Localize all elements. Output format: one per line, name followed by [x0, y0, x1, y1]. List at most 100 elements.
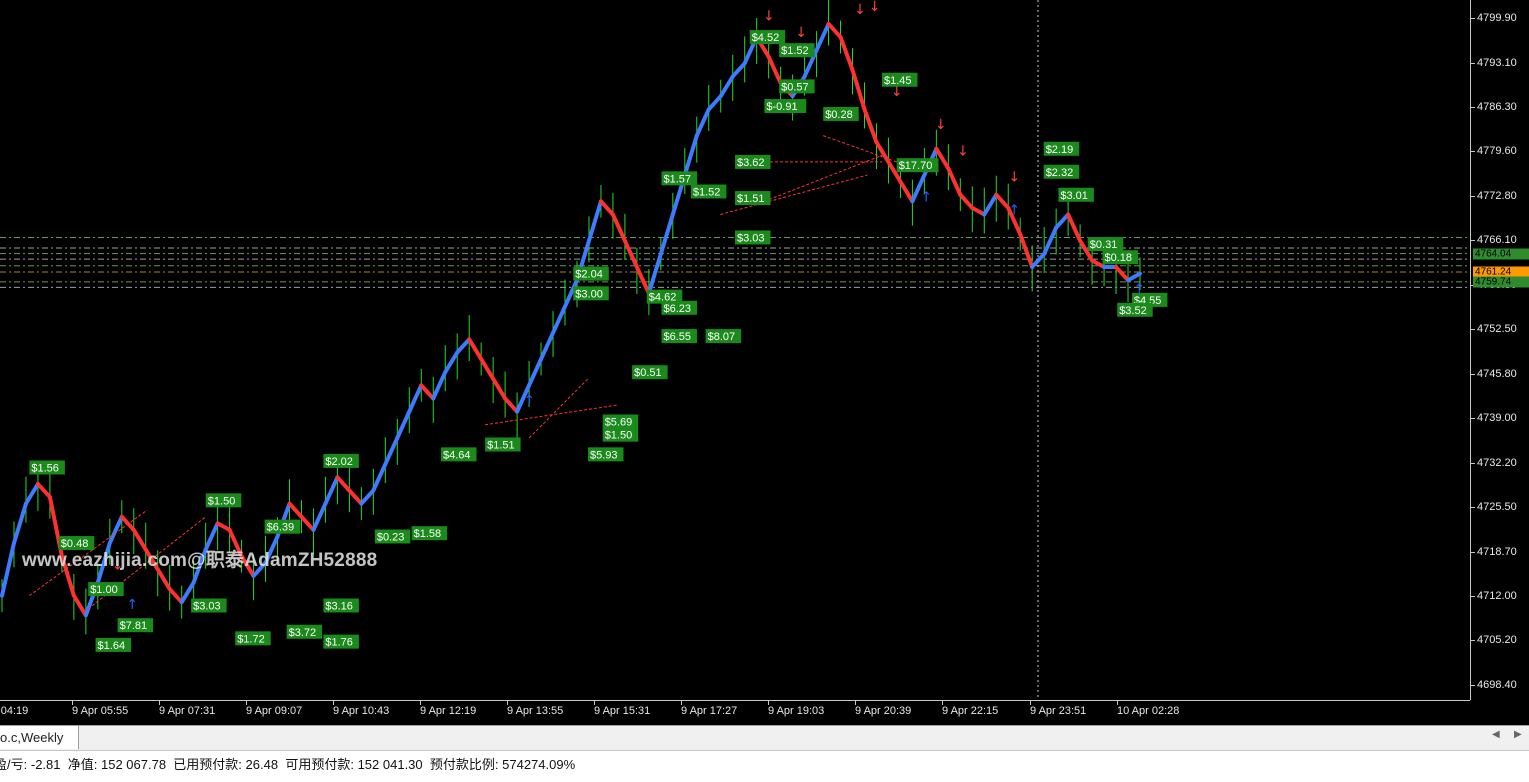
free-margin-label: 可用预付款: [285, 757, 354, 772]
price-tick-label: 4779.60 [1477, 145, 1517, 158]
trade-label: $5.69 [605, 416, 633, 428]
trade-label: $3.00 [575, 288, 603, 300]
trend-line [35, 481, 52, 500]
trend-line [371, 462, 388, 493]
trade-label: $4.64 [443, 449, 471, 461]
buy-arrow-icon: ↑ [1008, 202, 1020, 218]
time-tick-label: 9 Apr 07:31 [159, 705, 216, 717]
trend-line [467, 337, 484, 362]
price-tick-label: 4766.10 [1477, 234, 1517, 247]
trend-line [551, 304, 568, 335]
trend-line [479, 357, 496, 381]
trade-label: $4.52 [752, 32, 780, 44]
trend-line [586, 199, 603, 243]
trend-line [455, 337, 472, 355]
trend-line [431, 370, 448, 401]
trend-line [658, 212, 675, 256]
pnl-label: 盈/亏: [0, 757, 28, 772]
trade-label: $2.04 [575, 269, 603, 281]
price-tick [1471, 595, 1475, 597]
price-tick-label: 4752.50 [1477, 323, 1517, 336]
sell-arrow-icon: ↓ [795, 25, 807, 41]
trend-line [838, 35, 855, 72]
trend-line [167, 587, 184, 605]
scroll-right-icon[interactable]: ▶ [1514, 729, 1522, 740]
trend-line [407, 383, 424, 414]
price-tick [1471, 18, 1475, 19]
price-tick-label: 4786.30 [1477, 101, 1517, 114]
trend-line [766, 54, 783, 86]
trend-line [419, 383, 436, 401]
price-tick-label: 4739.00 [1477, 412, 1517, 425]
trend-line [634, 265, 651, 296]
trade-label: $1.50 [605, 430, 633, 442]
price-tag: 4759.74 [1473, 276, 1529, 288]
price-tick [1471, 685, 1475, 686]
price-tick [1471, 462, 1475, 464]
account-status-bar: 盈/亏: -2.81 净值: 152 067.78 已用预付款: 26.48 可… [0, 751, 1529, 782]
trade-label: $8.07 [708, 331, 736, 343]
margin-value: 26.48 [245, 757, 279, 772]
trend-line [898, 179, 915, 204]
trend-line [0, 541, 16, 598]
time-tick-label: 9 Apr 19:03 [768, 705, 825, 717]
price-tick-label: 4732.20 [1477, 456, 1517, 469]
trend-line [1126, 271, 1142, 283]
time-tick-label: 9 Apr 04:19 [0, 705, 29, 717]
price-chart[interactable]: ↓↓↓ ↓↓↓↓↓↓↑↑↑↑↑$1.56$0.48$1.00$7.81$1.64$… [0, 0, 1470, 700]
price-tick-label: 4745.80 [1477, 367, 1517, 380]
time-tick-label: 9 Apr 12:19 [420, 705, 477, 717]
buy-arrow-icon: ↑ [523, 393, 535, 409]
trend-line [323, 475, 340, 506]
price-tick [1471, 240, 1475, 242]
sell-arrow-icon: ↓ [935, 117, 947, 133]
chart-area[interactable]: ↓ ↓ ↓ ↓ ↓ ↓ ↓ ↓ ↓ ↑ ↑ ↑ ↑ ↑ $1.56 $0.48 $1.00 $7.81 $1.64 $… [0, 0, 1470, 700]
trade-link-line [823, 135, 897, 163]
trend-line [814, 21, 831, 53]
trade-label: $2.32 [1046, 167, 1074, 179]
equity-label: 净值: [67, 757, 98, 772]
trade-label: $7.81 [120, 620, 148, 632]
price-tick-label: 4712.00 [1477, 589, 1517, 602]
trend-line [706, 94, 723, 112]
trend-line [1066, 212, 1083, 243]
trend-line [395, 409, 412, 440]
price-tick-label: 4718.70 [1477, 545, 1517, 558]
equity-value: 152 067.78 [100, 757, 167, 772]
scroll-left-icon[interactable]: ◀ [1492, 729, 1500, 740]
price-tick-label: 4698.40 [1477, 679, 1517, 691]
trade-label: $1.56 [31, 462, 59, 474]
trade-label: $3.03 [193, 600, 221, 612]
price-axis[interactable]: 4799.90 4793.10 4786.30 4779.60 4772.80 4766.… [1470, 0, 1529, 700]
trend-line [491, 376, 508, 401]
trade-label: $3.52 [1119, 305, 1147, 317]
trend-line [383, 435, 400, 467]
trend-line [826, 21, 843, 40]
trend-line [71, 593, 88, 618]
margin-label: 已用预付款: [173, 757, 242, 772]
trend-line [1018, 232, 1035, 270]
trend-line [946, 166, 963, 197]
price-tick [1471, 329, 1475, 331]
trend-line [311, 501, 328, 532]
trade-label: $1.50 [208, 495, 236, 507]
trend-line [730, 61, 747, 79]
trend-line [539, 330, 556, 362]
buy-arrow-icon: ↑ [126, 597, 138, 613]
time-tick-label: 9 Apr 22:15 [942, 705, 999, 717]
sell-arrow-icon: ↓ [1008, 170, 1020, 186]
price-tick-label: 4799.90 [1477, 12, 1517, 24]
trade-label: $2.02 [325, 456, 353, 468]
trade-label: $2.19 [1046, 144, 1074, 156]
time-axis[interactable]: 9 Apr 04:19 9 Apr 05:55 9 Apr 07:31 9 Apr 0… [0, 700, 1470, 725]
trend-line [982, 192, 999, 217]
trend-line [610, 212, 627, 243]
price-tick-label: 4793.10 [1477, 56, 1517, 69]
chart-tab-weekly[interactable]: o.c,Weekly [0, 726, 79, 749]
time-tick-label: 9 Apr 09:07 [246, 705, 303, 717]
trend-line [850, 67, 867, 112]
time-tick-label: 10 Apr 02:28 [1117, 705, 1180, 717]
sell-arrow-icon: ↓ [854, 2, 866, 18]
margin-level-label: 预付款比例: [429, 757, 499, 772]
trend-line [862, 107, 879, 145]
